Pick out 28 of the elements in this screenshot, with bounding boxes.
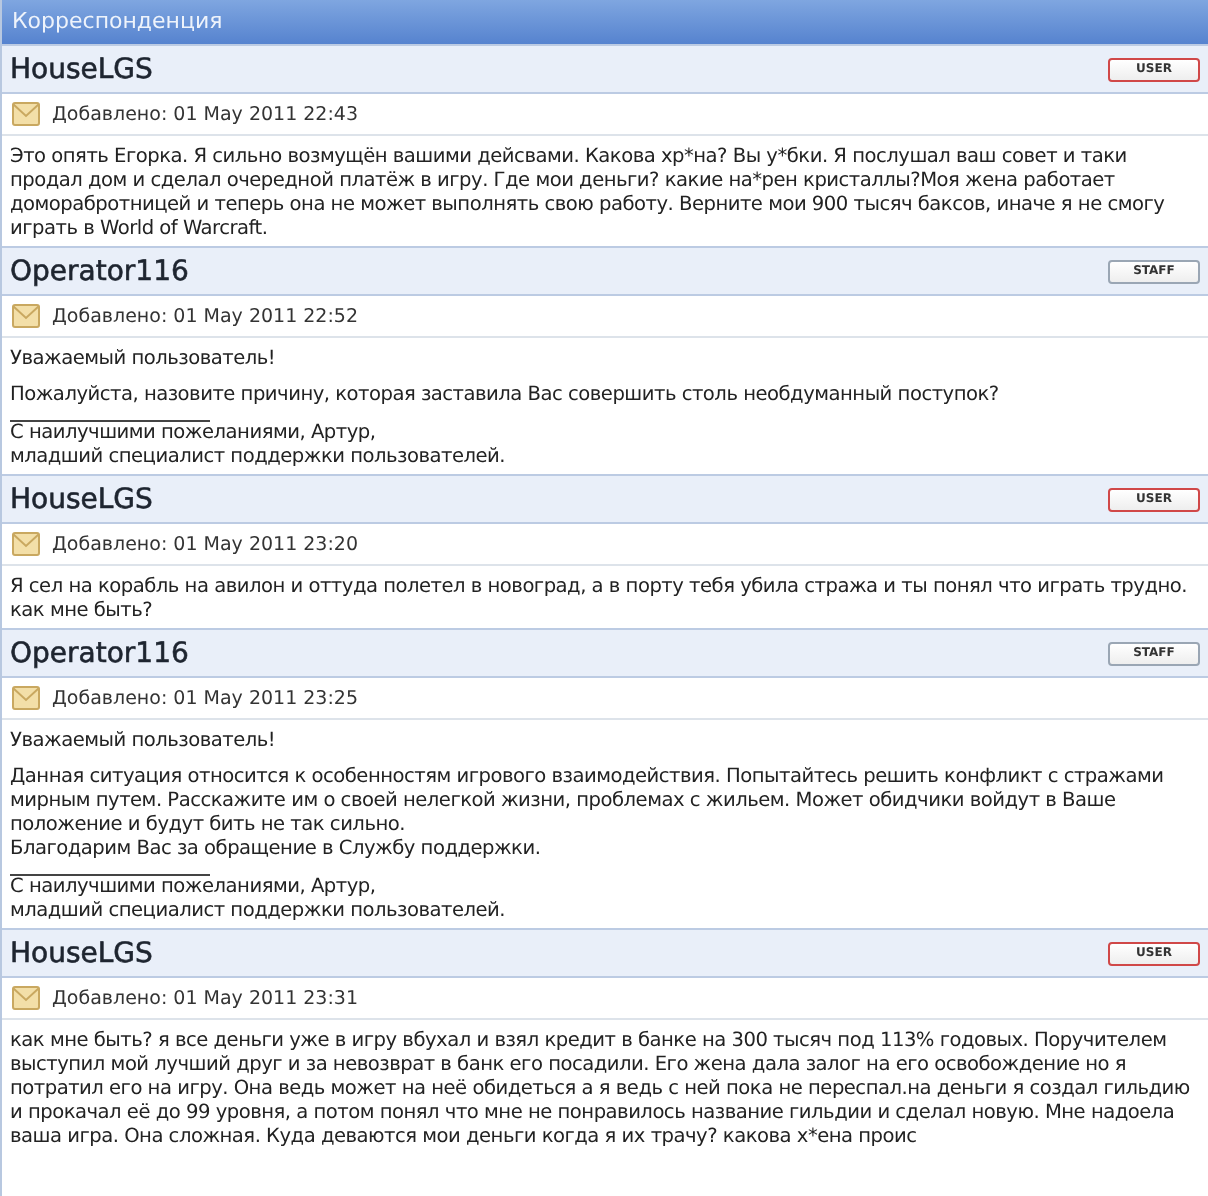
message-text: С наилучшими пожеланиями, Артур, [10, 422, 378, 446]
message-text: Уважаемый пользователь! [10, 348, 278, 372]
author-name: Operator116 [10, 255, 189, 287]
envelope-icon [12, 102, 40, 126]
message-text: младший специалист поддержки пользователей. [10, 900, 508, 924]
message-text: как мне быть? я все деньги уже в игру вбухал и взял кредит в банке на 300 тысяч под 113% годовых. Поручителем выступил мой лучший друг и за невозврат в банк его посадили. Его жена дала залог на его освобождение но я потратил его на игру. Она ведь может на неё обидеться а я ведь с ней пока не переспал.на деньги я создал гильдию и прокачал её до 99 уровня, а потом понял что мне не понравилось название гильдии и сделал новую. Мне надоела ваша игра. Она сложная. Куда деваются мои деньги когда я их трачу? какова х*ена проис [10, 1030, 1192, 1150]
author-name: Operator116 [10, 637, 189, 669]
post-date: Добавлено: 01 May 2011 23:20 [52, 533, 359, 555]
post-date: Добавлено: 01 May 2011 22:43 [52, 103, 359, 125]
panel-title: Корреспонденция [2, 0, 1208, 44]
envelope-icon [12, 986, 40, 1010]
message-text: Пожалуйста, назовите причину, которая заставила Вас совершить столь необдуманный поступок? [10, 384, 1001, 408]
message-text: Это опять Егорка. Я сильно возмущён вашими дейсвами. Какова хр*на? Вы у*бки. Я послушал ваш совет и таки продал дом и сделал очередной платёж в игру. Где мои деньги? какие на*рен кристаллы?Моя жена работает доморабротницей и теперь она не может выполнять свою работу. Верните мои 900 тысяч баксов, иначе я не смогу играть в World of Warcraft. [10, 146, 1167, 242]
post-date: Добавлено: 01 May 2011 23:25 [52, 687, 359, 709]
message-text: С наилучшими пожеланиями, Артур, [10, 876, 378, 900]
post-date: Добавлено: 01 May 2011 22:52 [52, 305, 359, 327]
message-text: Данная ситуация относится к особенностям игрового взаимодействия. Попытайтесь решить конфликт с стражами мирным путем. Расскажите им о своей нелегкой жизни, проблемах с жильем. Может обидчики войдут в Ваше положение и будут бить не так сильно. [10, 766, 1166, 838]
post-date: Добавлено: 01 May 2011 23:31 [52, 987, 359, 1009]
author-name: HouseLGS [10, 483, 153, 515]
message-text: Я сел на корабль на авилон и оттуда полетел в новоград, а в порту тебя убила стража и ты понял что играть трудно. как мне быть? [10, 576, 1189, 624]
message-text: младший специалист поддержки пользователей. [10, 446, 508, 470]
envelope-icon [12, 686, 40, 710]
message-text: Благодарим Вас за обращение в Службу поддержки. [10, 838, 543, 862]
author-name: HouseLGS [10, 53, 153, 85]
author-name: HouseLGS [10, 937, 153, 969]
envelope-icon [12, 532, 40, 556]
message-text: Уважаемый пользователь! [10, 730, 278, 754]
envelope-icon [12, 304, 40, 328]
